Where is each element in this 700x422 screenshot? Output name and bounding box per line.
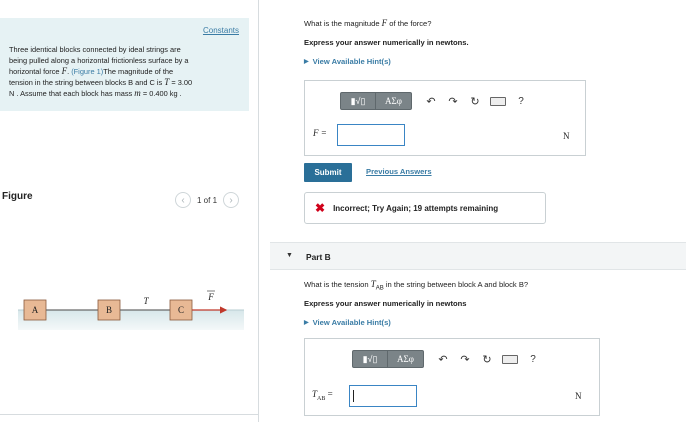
templates-button[interactable]: ▮√▯: [340, 92, 376, 110]
left-bottom-divider: [0, 414, 258, 415]
part-b-question-sub: AB: [375, 285, 384, 292]
prev-figure-button[interactable]: ‹: [175, 192, 191, 208]
tension-label: T: [143, 296, 149, 306]
problem-text: Three identical blocks connected by idea…: [9, 44, 245, 99]
part-b-question: What is the tension TAB in the string be…: [304, 279, 528, 292]
part-b-title[interactable]: Part B: [306, 252, 331, 262]
part-a-question-a: What is the magnitude: [304, 19, 382, 28]
part-a-variable-label: F =: [313, 128, 327, 138]
part-b-answer-input[interactable]: [349, 385, 417, 407]
problem-line-5: N . Assume that each block has mass m = …: [9, 88, 245, 99]
keyboard-icon[interactable]: [486, 92, 510, 110]
keyboard-shape: [490, 96, 506, 106]
hint-expand-icon: ▶: [304, 59, 309, 65]
reset-icon[interactable]: ↻: [476, 350, 498, 368]
problem-line-5a: N . Assume that each block has mass: [9, 89, 135, 98]
part-b-hint-text: View Available Hint(s): [312, 318, 391, 327]
figure-heading: Figure: [2, 191, 33, 202]
part-a-math-toolbar: ▮√▯ ΑΣφ ↶ ↷ ↻ ?: [340, 92, 532, 110]
block-c-label: C: [178, 305, 184, 315]
block-a-label: A: [32, 305, 39, 315]
problem-statement-panel: Constants Three identical blocks connect…: [0, 18, 249, 111]
constants-link[interactable]: Constants: [203, 26, 239, 35]
redo-icon[interactable]: ↷: [454, 350, 476, 368]
redo-icon[interactable]: ↷: [442, 92, 464, 110]
collapse-chevron-icon[interactable]: ▼: [286, 252, 293, 259]
incorrect-icon: ✖: [315, 201, 326, 215]
part-a-question: What is the magnitude F of the force?: [304, 18, 432, 28]
part-b-variable-label: TAB =: [312, 389, 333, 402]
hint-expand-icon: ▶: [304, 320, 309, 326]
part-a-unit: N: [563, 131, 570, 141]
force-label: F: [207, 292, 214, 302]
problem-line-3c: The magnitude of the: [103, 67, 174, 76]
part-b-var-eq: =: [325, 389, 333, 399]
keyboard-icon[interactable]: [498, 350, 522, 368]
text-cursor: [353, 390, 354, 402]
part-b-header[interactable]: [270, 242, 686, 270]
problem-line-5b: = 0.400 kg .: [140, 89, 182, 98]
next-figure-button[interactable]: ›: [223, 192, 240, 208]
problem-line-4b: = 3.00: [169, 78, 193, 87]
keyboard-shape: [502, 354, 518, 364]
problem-line-3: horizontal force F. (Figure 1)The magnit…: [9, 66, 245, 77]
problem-line-4: tension in the string between blocks B a…: [9, 77, 245, 88]
problem-line-4a: tension in the string between blocks B a…: [9, 78, 165, 87]
part-b-hint-link[interactable]: ▶ View Available Hint(s): [304, 318, 391, 327]
part-a-hint-link[interactable]: ▶ View Available Hint(s): [304, 57, 391, 66]
part-b-question-b: in the string between block A and block …: [383, 280, 529, 289]
greek-symbols-button[interactable]: ΑΣφ: [376, 92, 412, 110]
part-a-hint-text: View Available Hint(s): [312, 57, 391, 66]
problem-line-2: being pulled along a horizontal friction…: [9, 56, 189, 65]
part-b-instruction: Express your answer numerically in newto…: [304, 299, 467, 308]
submit-button[interactable]: Submit: [304, 163, 352, 182]
templates-button[interactable]: ▮√▯: [352, 350, 388, 368]
blocks-diagram: A B T C F: [18, 290, 244, 330]
part-a-instruction: Express your answer numerically in newto…: [304, 38, 469, 47]
panel-divider: [258, 0, 259, 422]
blocks-figure: A B T C F: [18, 232, 244, 330]
undo-icon[interactable]: ↶: [420, 92, 442, 110]
reset-icon[interactable]: ↻: [464, 92, 486, 110]
undo-icon[interactable]: ↶: [432, 350, 454, 368]
figure-link[interactable]: (Figure 1): [71, 67, 103, 76]
feedback-text: Incorrect; Try Again; 19 attempts remain…: [333, 203, 499, 213]
figure-pager: ‹ 1 of 1 ›: [175, 192, 240, 208]
feedback-box: ✖ Incorrect; Try Again; 19 attempts rema…: [304, 192, 546, 224]
previous-answers-link[interactable]: Previous Answers: [366, 167, 432, 176]
pager-count: 1 of 1: [197, 195, 218, 205]
block-b-label: B: [106, 305, 112, 315]
problem-line-3a: horizontal force: [9, 67, 62, 76]
part-a-question-b: of the force?: [387, 19, 432, 28]
help-icon[interactable]: ?: [510, 92, 532, 110]
frictionless-surface: [18, 310, 244, 330]
part-b-unit: N: [575, 391, 582, 401]
part-a-answer-input[interactable]: [337, 124, 405, 146]
greek-symbols-button[interactable]: ΑΣφ: [388, 350, 424, 368]
problem-line-1: Three identical blocks connected by idea…: [9, 45, 181, 54]
help-icon[interactable]: ?: [522, 350, 544, 368]
part-b-math-toolbar: ▮√▯ ΑΣφ ↶ ↷ ↻ ?: [352, 350, 544, 368]
part-b-question-a: What is the tension: [304, 280, 371, 289]
